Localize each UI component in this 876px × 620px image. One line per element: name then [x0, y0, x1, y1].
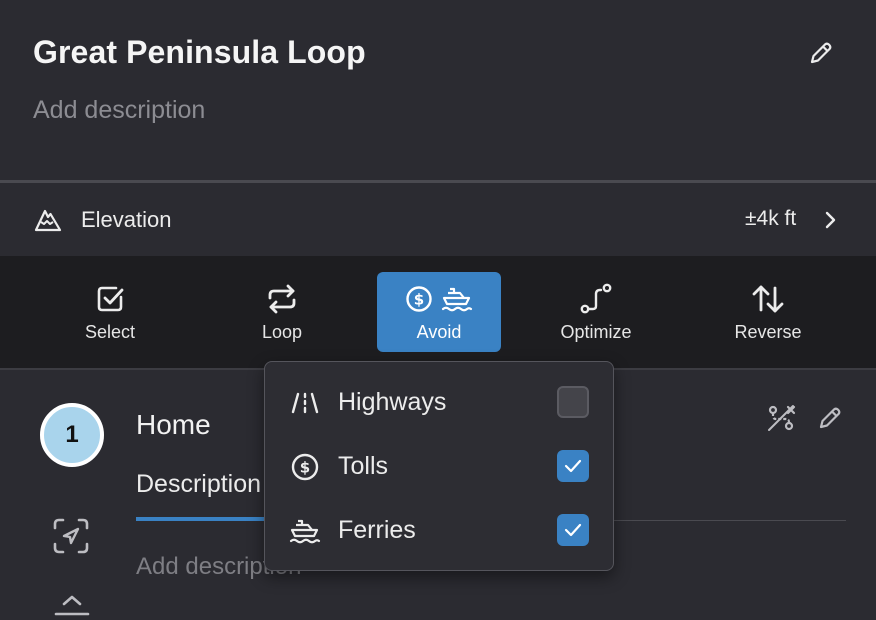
select-label: Select — [84, 322, 136, 342]
chevron-right-icon — [825, 211, 836, 229]
route-header: Great Peninsula Loop Add description — [0, 0, 876, 180]
loop-button[interactable]: Loop — [220, 272, 344, 352]
disconnect-route-button[interactable] — [766, 403, 796, 433]
edit-route-button[interactable] — [806, 38, 836, 68]
collapse-waypoint-button[interactable] — [54, 594, 90, 618]
elevation-label: Elevation — [81, 207, 172, 232]
toll-icon: $ — [291, 453, 319, 481]
checkmark-icon — [564, 459, 582, 473]
waypoint-number-badge[interactable]: 1 — [40, 403, 104, 467]
avoid-option-tolls[interactable]: $ Tolls — [265, 437, 615, 497]
pencil-icon — [819, 407, 841, 429]
reverse-label: Reverse — [734, 322, 802, 342]
locate-waypoint-button[interactable] — [52, 517, 90, 555]
route-off-icon — [768, 405, 796, 431]
avoid-option-highways[interactable]: Highways — [265, 373, 615, 433]
avoid-dropdown-menu: Highways $ Tolls Ferries — [264, 361, 614, 571]
tolls-checkbox[interactable] — [557, 450, 589, 482]
locate-icon — [53, 518, 89, 554]
checkbox-icon — [97, 286, 124, 312]
elevation-value: ±4k ft — [745, 207, 797, 230]
avoid-option-label: Ferries — [338, 516, 416, 544]
ferry-icon — [441, 287, 473, 312]
avoid-option-label: Highways — [338, 388, 447, 416]
chevron-up-icon — [54, 595, 90, 616]
repeat-icon — [268, 284, 296, 314]
tab-description[interactable]: Description — [136, 470, 261, 499]
optimize-label: Optimize — [560, 322, 632, 342]
avoid-option-label: Tolls — [338, 452, 389, 480]
edit-waypoint-button[interactable] — [815, 403, 845, 433]
active-tab-indicator — [136, 517, 266, 521]
route-toolbar: Select Loop $ Avoid Optimize Reverse — [0, 256, 876, 368]
route-description-input[interactable]: Add description — [33, 96, 205, 125]
highway-icon — [291, 392, 319, 414]
route-optimize-icon — [580, 283, 612, 314]
route-title: Great Peninsula Loop — [33, 34, 366, 70]
avoid-option-ferries[interactable]: Ferries — [265, 501, 615, 561]
checkmark-icon — [564, 523, 582, 537]
swap-vertical-icon — [752, 285, 784, 313]
waypoint-name: Home — [136, 409, 211, 440]
svg-text:$: $ — [300, 459, 310, 477]
ferry-icon — [289, 519, 321, 544]
optimize-button[interactable]: Optimize — [534, 272, 658, 352]
pencil-icon — [810, 42, 832, 64]
toll-icon: $ — [406, 286, 432, 312]
select-button[interactable]: Select — [48, 272, 172, 352]
waypoint-number: 1 — [65, 421, 79, 448]
loop-label: Loop — [261, 322, 303, 342]
svg-text:$: $ — [414, 291, 424, 309]
ferries-checkbox[interactable] — [557, 514, 589, 546]
avoid-label: Avoid — [416, 322, 462, 342]
avoid-button[interactable]: $ Avoid — [377, 272, 501, 352]
highways-checkbox[interactable] — [557, 386, 589, 418]
elevation-row[interactable]: Elevation ±4k ft — [0, 183, 876, 256]
mountain-icon — [34, 209, 62, 232]
reverse-button[interactable]: Reverse — [706, 272, 830, 352]
